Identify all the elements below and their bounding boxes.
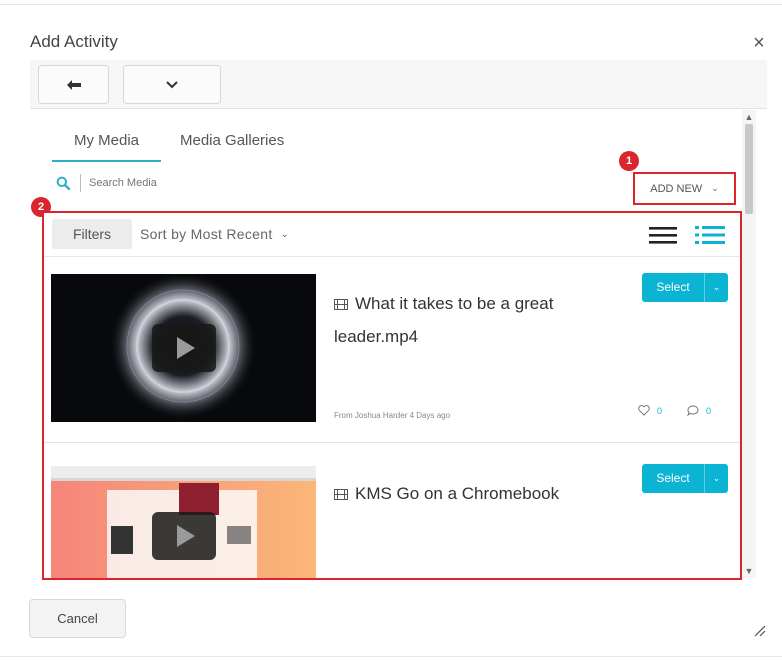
tab-media-galleries[interactable]: Media Galleries [180, 130, 284, 162]
sort-dropdown[interactable]: Sort by Most Recent ⌄ [140, 221, 289, 247]
entry-title-text: What it takes to be a great leader.mp4 [334, 294, 554, 346]
callout-badge-1: 1 [619, 151, 639, 171]
select-label: Select [656, 280, 690, 294]
bottom-divider [0, 656, 782, 657]
comments-value: 0 [706, 405, 712, 416]
entry-title[interactable]: What it takes to be a great leader.mp4 [334, 287, 634, 353]
likes-count[interactable]: 0 [638, 405, 662, 416]
list-controls-bar: Filters Sort by Most Recent ⌄ [44, 213, 740, 257]
comment-icon [687, 405, 699, 416]
detailed-view-icon[interactable] [648, 224, 678, 246]
add-activity-dialog: Add Activity × ▲ ▼ My Media Media Galler… [0, 0, 782, 662]
comments-count[interactable]: 0 [687, 405, 711, 416]
media-thumbnail[interactable] [51, 274, 316, 422]
back-button[interactable] [38, 65, 109, 104]
search-bar [56, 173, 289, 193]
select-button[interactable]: Select ⌄ [642, 273, 728, 302]
entry-meta: From Joshua Harder 4 Days ago [334, 411, 451, 420]
list-item: What it takes to be a great leader.mp4 S… [44, 268, 740, 443]
search-icon[interactable] [56, 176, 70, 190]
entry-title-text: KMS Go on a Chromebook [355, 484, 560, 503]
frame-scrollbar[interactable]: ▲ ▼ [742, 110, 756, 578]
media-list: Filters Sort by Most Recent ⌄ What it ta… [42, 211, 742, 580]
heart-icon [638, 405, 650, 416]
cancel-button[interactable]: Cancel [29, 599, 126, 638]
chevron-down-icon [166, 80, 178, 88]
scroll-thumb[interactable] [745, 124, 753, 214]
scroll-down-arrow[interactable]: ▼ [742, 564, 756, 578]
select-label: Select [656, 471, 690, 485]
search-divider [80, 174, 81, 192]
add-new-label: ADD NEW [650, 182, 703, 195]
video-film-icon [334, 489, 348, 500]
dialog-title: Add Activity [30, 32, 118, 51]
media-picker-frame: ▲ ▼ My Media Media Galleries 1 ADD NEW ⌄… [30, 60, 767, 580]
menu-dropdown-button[interactable] [123, 65, 221, 104]
scroll-up-arrow[interactable]: ▲ [742, 110, 756, 124]
search-input[interactable] [89, 177, 289, 189]
add-new-button[interactable]: ADD NEW ⌄ [633, 172, 736, 205]
close-button[interactable]: × [749, 33, 769, 53]
chevron-down-icon[interactable]: ⌄ [705, 464, 728, 493]
video-film-icon [334, 299, 348, 310]
chevron-down-icon[interactable]: ⌄ [705, 273, 728, 302]
media-thumbnail[interactable] [51, 466, 316, 578]
filters-button[interactable]: Filters [52, 219, 132, 249]
list-item: KMS Go on a Chromebook Select ⌄ [44, 459, 740, 578]
chevron-down-icon: ⌄ [280, 228, 290, 240]
top-divider [0, 4, 782, 5]
back-arrow-icon [66, 79, 81, 90]
likes-value: 0 [657, 405, 663, 416]
list-view-icon[interactable] [694, 224, 726, 246]
entry-title[interactable]: KMS Go on a Chromebook [334, 477, 634, 510]
sort-label: Sort by Most Recent [140, 226, 273, 242]
frame-toolbar [30, 60, 767, 109]
select-button[interactable]: Select ⌄ [642, 464, 728, 493]
chevron-down-icon: ⌄ [711, 183, 719, 193]
tab-my-media[interactable]: My Media [52, 130, 161, 162]
resize-grip-icon[interactable] [752, 623, 766, 637]
play-icon[interactable] [152, 324, 216, 372]
play-icon[interactable] [152, 512, 216, 560]
